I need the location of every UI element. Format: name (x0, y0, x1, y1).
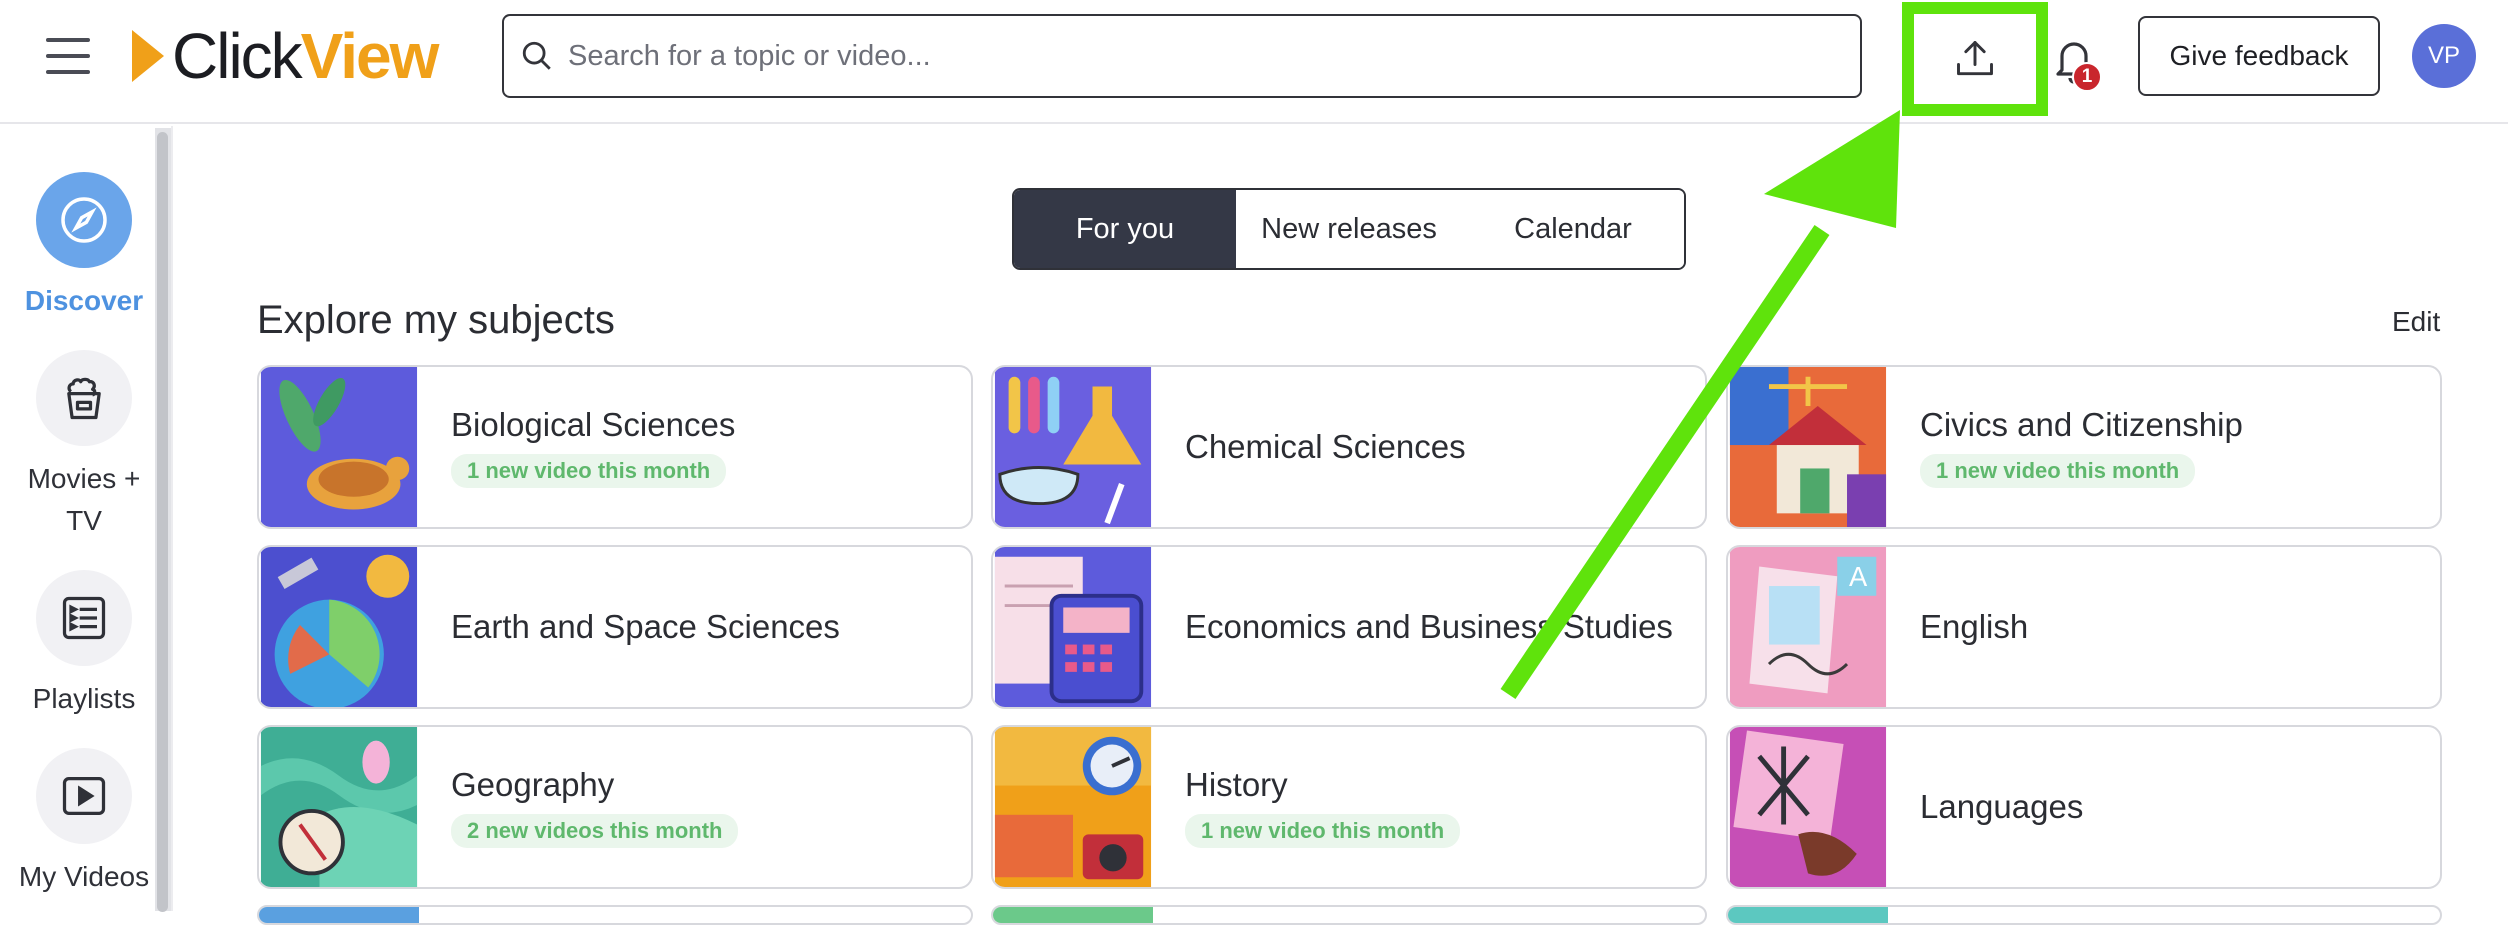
subject-title: Biological Sciences (451, 406, 736, 443)
user-avatar[interactable]: VP (2412, 24, 2476, 88)
section-title: Explore my subjects (257, 298, 615, 342)
subject-title: Earth and Space Sciences (451, 608, 840, 645)
subject-card-biological-sciences[interactable]: Biological Sciences 1 new video this mon… (257, 365, 973, 529)
search-icon (522, 41, 551, 70)
sidebar-item-my-videos[interactable]: My Videos (0, 748, 168, 898)
edit-subjects-link[interactable]: Edit (2392, 306, 2440, 338)
subject-card-chemical-sciences[interactable]: Chemical Sciences (991, 365, 1707, 529)
menu-icon[interactable] (46, 36, 90, 76)
new-video-badge: 2 new videos this month (451, 814, 739, 848)
civics-and-citizenship-thumbnail (1729, 367, 1887, 527)
sidebar-scroll-thumb[interactable] (157, 132, 168, 912)
subject-card-economics-and-business-studies[interactable]: Economics and Business Studies (991, 545, 1707, 709)
new-video-badge: 1 new video this month (451, 454, 727, 488)
geography-thumbnail (260, 727, 418, 887)
play-video-icon (62, 777, 106, 815)
earth-and-space-sciences-thumbnail (260, 547, 418, 707)
tab-calendar[interactable]: Calendar (1462, 190, 1684, 268)
subject-card-languages[interactable]: Languages (1726, 725, 2442, 889)
subject-title: Economics and Business Studies (1185, 608, 1673, 645)
subject-card-english[interactable]: A English (1726, 545, 2442, 709)
subject-title: English (1920, 608, 2029, 645)
content-tabs: For you New releases Calendar (1012, 188, 1686, 270)
subject-card-partial[interactable] (991, 905, 1707, 925)
biological-sciences-thumbnail (260, 367, 418, 527)
sidebar-divider (171, 126, 173, 911)
sidebar-item-movies-tv[interactable]: Movies + TV (0, 350, 168, 542)
english-thumbnail: A (1729, 547, 1887, 707)
sidebar-item-discover[interactable]: Discover (0, 172, 168, 322)
popcorn-icon (67, 377, 101, 420)
tab-new-releases[interactable]: New releases (1236, 190, 1462, 268)
subject-card-geography[interactable]: Geography 2 new videos this month (257, 725, 973, 889)
subject-card-civics-and-citizenship[interactable]: Civics and Citizenship 1 new video this … (1726, 365, 2442, 529)
subject-title: Chemical Sciences (1185, 428, 1466, 465)
new-video-badge: 1 new video this month (1920, 454, 2196, 488)
search-input[interactable] (568, 39, 1828, 73)
economics-and-business-studies-thumbnail (994, 547, 1152, 707)
history-thumbnail (994, 727, 1152, 887)
svg-text:A: A (1849, 561, 1868, 592)
subject-card-partial[interactable] (1726, 905, 2442, 925)
compass-icon (61, 197, 107, 243)
logo-play-icon (132, 30, 164, 82)
subject-card-history[interactable]: History 1 new video this month (991, 725, 1707, 889)
subject-title: Civics and Citizenship (1920, 406, 2243, 443)
playlist-icon (62, 596, 106, 640)
sidebar-item-playlists[interactable]: Playlists (0, 570, 168, 720)
upload-highlight-box (1902, 2, 2048, 116)
sidebar: Discover Movies + TV Playlists My Videos (0, 126, 170, 911)
languages-thumbnail (1729, 727, 1887, 887)
subject-title: Languages (1920, 788, 2084, 825)
subject-title: History (1185, 766, 1288, 803)
subject-title: Geography (451, 766, 615, 803)
top-bar: ClickView 1 Give feedback VP (0, 0, 2508, 124)
subject-card-partial[interactable] (257, 905, 973, 925)
notification-count-badge: 1 (2072, 62, 2102, 92)
give-feedback-button[interactable]: Give feedback (2138, 16, 2380, 96)
search-bar[interactable] (502, 14, 1862, 98)
tab-for-you[interactable]: For you (1014, 190, 1236, 268)
new-video-badge: 1 new video this month (1185, 814, 1461, 848)
chemical-sciences-thumbnail (994, 367, 1152, 527)
subject-card-earth-and-space-sciences[interactable]: Earth and Space Sciences (257, 545, 973, 709)
clickview-logo[interactable]: ClickView (132, 22, 439, 90)
